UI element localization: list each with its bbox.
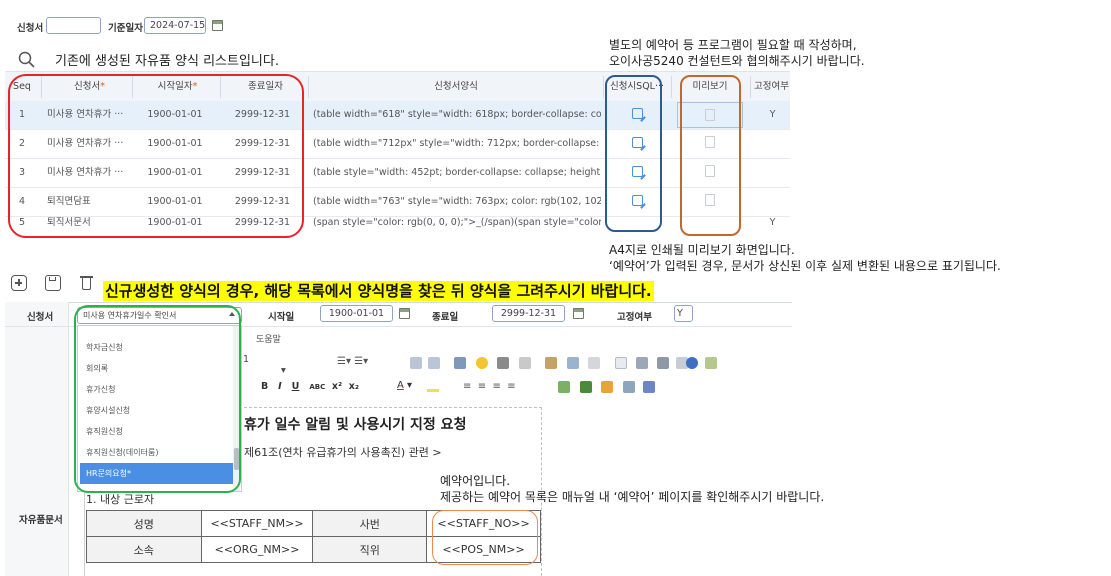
calendar-icon[interactable] bbox=[399, 308, 410, 319]
align-buttons[interactable]: ≡ ≡ ≡ ≡ bbox=[463, 381, 516, 392]
document-section: 1. 내상 근로자 bbox=[86, 493, 155, 506]
start-date-input[interactable]: 1900-01-01 bbox=[320, 305, 393, 322]
spellcheck-icon[interactable] bbox=[705, 357, 717, 369]
col-header-form[interactable]: 신청서양식 bbox=[311, 72, 601, 102]
cell-fixed bbox=[755, 130, 790, 158]
applicant-form-label: 신청서 bbox=[27, 312, 54, 323]
search-icon[interactable] bbox=[18, 51, 35, 68]
calendar-icon[interactable] bbox=[212, 20, 223, 31]
end-date-label: 종료일 bbox=[432, 312, 459, 323]
font-color-button[interactable]: A ▾ bbox=[397, 380, 412, 391]
hr-icon[interactable] bbox=[519, 357, 531, 369]
base-date-label: 기준일자 bbox=[108, 23, 143, 34]
dropdown-highlight-green bbox=[74, 305, 241, 493]
form-divider bbox=[5, 302, 792, 303]
indent-icon[interactable] bbox=[410, 357, 422, 369]
print-icon[interactable] bbox=[657, 357, 669, 369]
preview-note-line2: ‘예약어’가 입력된 경우, 문서가 상신된 이후 실제 변환된 내용으로 표기… bbox=[609, 259, 1001, 273]
omega-icon[interactable] bbox=[497, 357, 509, 369]
format-buttons[interactable]: B I U ABC x² x₂ bbox=[261, 381, 359, 392]
delete-icon[interactable] bbox=[80, 274, 93, 291]
document-article: 제61조(연차 유급휴가의 사용촉진) 관련 > bbox=[244, 446, 442, 459]
preview-note-line1: A4지로 인쇄될 미리보기 화면입니다. bbox=[609, 243, 795, 257]
template-icon[interactable] bbox=[545, 357, 557, 369]
grid-highlight-red bbox=[8, 74, 304, 238]
find-icon[interactable] bbox=[623, 381, 635, 393]
start-date-label: 시작일 bbox=[268, 312, 295, 323]
table-cell: 사번 bbox=[312, 510, 428, 537]
cell-fixed: Y bbox=[769, 217, 776, 228]
list-buttons[interactable]: ☰▾ ☰▾ bbox=[337, 356, 397, 368]
cell-fixed bbox=[755, 159, 790, 187]
fixed-label: 고정여부 bbox=[617, 312, 652, 323]
table-cell: <<STAFF_NM>> bbox=[200, 510, 314, 537]
instruction-highlight: 신규생성한 양식의 경우, 해당 목록에서 양식명을 찾은 뒤 양식을 그려주시… bbox=[103, 281, 654, 301]
cell-form: (table width="712px" style="width: 712px… bbox=[313, 138, 601, 149]
document-title: 휴가 일수 알림 및 사용시기 지정 요청 bbox=[244, 417, 467, 433]
outdent-icon[interactable] bbox=[428, 357, 440, 369]
reserved-note-line2: 제공하는 예약어 목록은 매뉴얼 내 ‘예약어’ 페이지를 확인해주시기 바랍니… bbox=[440, 490, 825, 504]
help-tab[interactable]: 도움말 bbox=[243, 330, 303, 350]
fixed-select[interactable]: Y bbox=[674, 305, 693, 322]
table-cell: <<ORG_NM>> bbox=[200, 536, 314, 563]
iframe-icon[interactable] bbox=[643, 381, 655, 393]
image-icon[interactable] bbox=[558, 381, 570, 393]
form-label-column bbox=[5, 302, 69, 576]
table-cell: 직위 bbox=[312, 536, 428, 563]
save-icon[interactable] bbox=[45, 275, 61, 291]
col-header-fixed[interactable]: 고정여부 bbox=[753, 72, 790, 102]
sql-column-highlight bbox=[605, 75, 662, 232]
calendar-icon[interactable] bbox=[573, 308, 584, 319]
font-size-select[interactable]: 1 ▾ bbox=[243, 354, 286, 376]
cell-fixed bbox=[755, 188, 790, 216]
sql-note-line1: 별도의 예약어 등 프로그램이 필요할 때 작성하며, bbox=[609, 38, 857, 52]
source-icon[interactable] bbox=[588, 357, 600, 369]
list-caption: 기존에 생성된 자유품 양식 리스트입니다. bbox=[55, 54, 279, 69]
applicant-filter-label: 신청서 bbox=[17, 23, 44, 34]
table-icon[interactable] bbox=[567, 357, 579, 369]
cell-form: (table style="width: 452pt; border-colla… bbox=[313, 167, 601, 178]
end-date-input[interactable]: 2999-12-31 bbox=[492, 305, 565, 322]
flash-icon[interactable] bbox=[580, 381, 592, 393]
cell-fixed: Y bbox=[769, 109, 776, 120]
preview-column-highlight bbox=[680, 75, 741, 236]
reserved-note-line1: 예약어입니다. bbox=[440, 474, 511, 488]
free-doc-label: 자유품문서 bbox=[19, 515, 63, 526]
base-date-input[interactable]: 2024-07-15 bbox=[144, 17, 206, 34]
table-cell: 소속 bbox=[86, 536, 202, 563]
save-doc-icon[interactable] bbox=[636, 357, 648, 369]
media-icon[interactable] bbox=[601, 381, 613, 393]
new-page-icon[interactable] bbox=[615, 357, 627, 369]
cell-form: (table width="763" style="width: 763px; … bbox=[313, 196, 601, 207]
cell-form: (table width="618" style="width: 618px; … bbox=[313, 109, 601, 120]
reserved-word-highlight bbox=[432, 510, 538, 565]
add-icon[interactable] bbox=[11, 275, 27, 291]
table-cell: 성명 bbox=[86, 510, 202, 537]
applicant-filter-input[interactable] bbox=[46, 17, 101, 34]
emoji-icon[interactable] bbox=[476, 357, 488, 369]
help-icon[interactable] bbox=[686, 357, 698, 369]
cell-form: (span style="color: rgb(0, 0, 0);">_(/sp… bbox=[313, 217, 601, 228]
sql-note-line2: 오이사공5240 컨설턴트와 협의해주시기 바랍니다. bbox=[609, 54, 865, 68]
link-icon[interactable] bbox=[454, 357, 466, 369]
highlight-color-icon[interactable] bbox=[427, 380, 439, 392]
